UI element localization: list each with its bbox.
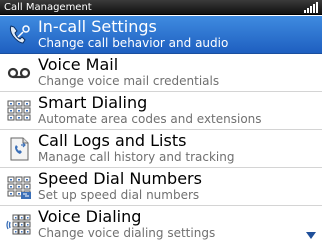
menu-item-label: Smart Dialing <box>38 93 148 112</box>
speed-dial-icon <box>7 176 31 199</box>
voice-dialing-icon <box>6 214 31 235</box>
screen-title: Call Management <box>4 2 92 13</box>
menu-item-in-call-settings[interactable]: In-call Settings Change call behavior an… <box>0 16 322 54</box>
menu-item-label: Speed Dial Numbers <box>38 169 202 188</box>
menu-item-smart-dialing[interactable]: Smart Dialing Automate area codes and ex… <box>0 92 322 130</box>
settings-menu-list: In-call Settings Change call behavior an… <box>0 16 322 242</box>
menu-item-description: Automate area codes and extensions <box>38 112 262 126</box>
menu-item-label: Voice Mail <box>38 55 119 74</box>
menu-item-label: Call Logs and Lists <box>38 131 187 150</box>
voicemail-icon <box>7 67 31 79</box>
signal-strength-icon <box>304 2 318 13</box>
title-bar: Call Management <box>0 0 322 15</box>
menu-item-description: Set up speed dial numbers <box>38 188 200 202</box>
dialpad-icon <box>7 100 31 121</box>
menu-item-description: Change voice mail credentials <box>38 74 220 88</box>
menu-item-description: Change call behavior and audio <box>38 36 229 50</box>
menu-item-voice-mail[interactable]: Voice Mail Change voice mail credentials <box>0 54 322 92</box>
menu-item-voice-dialing[interactable]: Voice Dialing Change voice dialing setti… <box>0 206 322 242</box>
menu-item-call-logs-and-lists[interactable]: Call Logs and Lists Manage call history … <box>0 130 322 168</box>
call-log-icon <box>10 137 29 161</box>
menu-item-description: Manage call history and tracking <box>38 150 235 164</box>
phone-settings-icon <box>9 25 30 44</box>
menu-item-label: In-call Settings <box>38 17 157 36</box>
menu-item-speed-dial-numbers[interactable]: Speed Dial Numbers Set up speed dial num… <box>0 168 322 206</box>
scroll-down-arrow-icon[interactable] <box>306 232 316 239</box>
menu-item-description: Change voice dialing settings <box>38 226 216 240</box>
menu-item-label: Voice Dialing <box>38 207 142 226</box>
